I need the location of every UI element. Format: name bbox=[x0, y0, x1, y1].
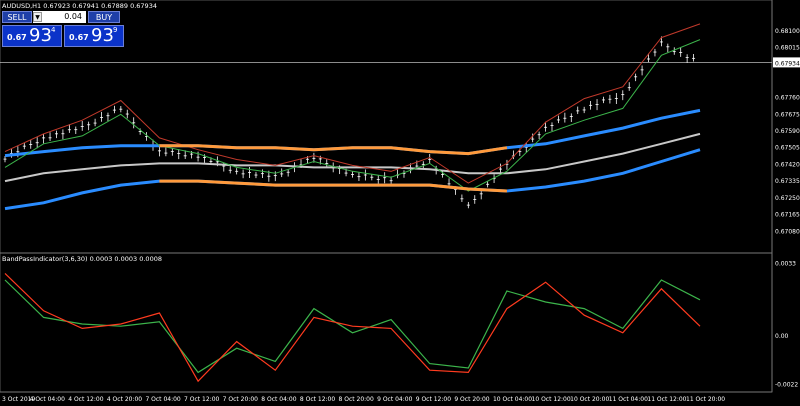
time-tick-label: 8 Oct 20:00 bbox=[339, 396, 374, 403]
price-tick-label: 0.67760 bbox=[775, 95, 800, 102]
time-tick-label: 10 Oct 12:00 bbox=[532, 396, 571, 403]
price-tick-label: 0.67505 bbox=[775, 145, 800, 152]
oscillator-tick-label: 0.0033 bbox=[775, 260, 796, 267]
price-tick-label: 0.67080 bbox=[775, 228, 800, 235]
price-tick-label: 0.67420 bbox=[775, 161, 800, 168]
time-tick-label: 7 Oct 04:00 bbox=[145, 396, 180, 403]
time-tick-label: 11 Oct 12:00 bbox=[647, 396, 686, 403]
sell-price-box[interactable]: 0.67 93 4 bbox=[2, 25, 62, 47]
sell-price-prefix: 0.67 bbox=[7, 33, 27, 42]
sell-price-big: 93 bbox=[29, 25, 52, 46]
chart-header: AUDUSD,H1 0.67923 0.67941 0.67889 0.6793… bbox=[2, 2, 157, 10]
price-tick-label: 0.68100 bbox=[775, 28, 800, 35]
time-tick-label: 7 Oct 12:00 bbox=[184, 396, 219, 403]
time-tick-label: 9 Oct 04:00 bbox=[377, 396, 412, 403]
buy-price-prefix: 0.67 bbox=[69, 33, 89, 42]
oscillator-tick-label: -0.0022 bbox=[775, 381, 798, 388]
buy-price-box[interactable]: 0.67 93 9 bbox=[64, 25, 124, 47]
axis-marks: 0.681000.680150.679340.677600.676750.675… bbox=[2, 28, 800, 403]
time-tick-label: 10 Oct 20:00 bbox=[570, 396, 609, 403]
buy-button[interactable]: BUY bbox=[88, 11, 120, 23]
time-tick-label: 4 Oct 04:00 bbox=[30, 396, 65, 403]
main-chart-marks bbox=[0, 23, 772, 211]
time-tick-label: 10 Oct 04:00 bbox=[493, 396, 532, 403]
oscillator-marks bbox=[4, 272, 701, 383]
time-tick-label: 4 Oct 12:00 bbox=[68, 396, 103, 403]
time-tick-label: 9 Oct 20:00 bbox=[454, 396, 489, 403]
oscillator-tick-label: 0.00 bbox=[775, 333, 789, 340]
time-tick-label: 11 Oct 20:00 bbox=[686, 396, 725, 403]
red-oscillator-line bbox=[4, 272, 701, 383]
buy-price-big: 93 bbox=[91, 25, 114, 46]
price-tick-label: 0.67335 bbox=[775, 178, 800, 185]
sell-button[interactable]: SELL bbox=[2, 11, 32, 23]
indicator-header: BandPassIndicator(3,6,30) 0.0003 0.0003 … bbox=[2, 255, 162, 263]
price-tick-label: 0.67675 bbox=[775, 111, 800, 118]
sell-price-pipette: 4 bbox=[51, 26, 56, 34]
time-tick-label: 7 Oct 20:00 bbox=[223, 396, 258, 403]
time-tick-label: 4 Oct 20:00 bbox=[107, 396, 142, 403]
buy-price-pipette: 9 bbox=[113, 26, 118, 34]
lot-spin-down-icon[interactable]: ▼ bbox=[33, 12, 42, 22]
upper-band-flat-segment bbox=[159, 144, 508, 156]
price-tick-label: 0.67165 bbox=[775, 212, 800, 219]
price-tick-label: 0.67250 bbox=[775, 195, 800, 202]
time-tick-label: 8 Oct 12:00 bbox=[300, 396, 335, 403]
price-tick-label: 0.67590 bbox=[775, 128, 800, 135]
price-tick-label: 0.67934 bbox=[775, 60, 800, 67]
price-tick-label: 0.68015 bbox=[775, 44, 800, 51]
main-chart: 0.681000.680150.679340.677600.676750.675… bbox=[0, 0, 800, 403]
time-tick-label: 8 Oct 04:00 bbox=[261, 396, 296, 403]
chart-border bbox=[0, 0, 773, 393]
time-tick-label: 11 Oct 04:00 bbox=[609, 396, 648, 403]
one-click-trading-panel: SELL 0.04 ▼ BUY 0.67 93 4 0.67 93 9 bbox=[2, 11, 130, 47]
time-tick-label: 9 Oct 12:00 bbox=[416, 396, 451, 403]
